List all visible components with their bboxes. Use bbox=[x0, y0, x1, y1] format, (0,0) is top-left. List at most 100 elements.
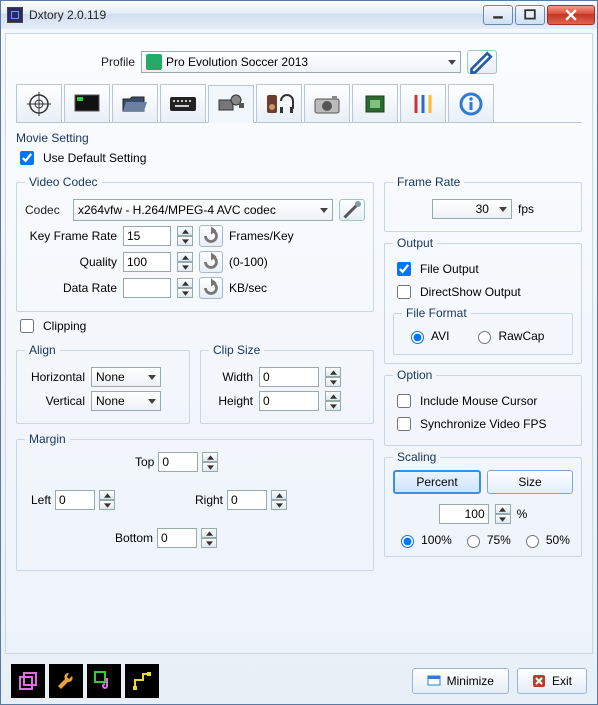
tab-target[interactable] bbox=[16, 84, 62, 122]
scale-75-radio[interactable]: 75% bbox=[462, 532, 511, 548]
data-rate-spinner[interactable] bbox=[177, 278, 193, 298]
margin-bottom-spinner[interactable] bbox=[201, 528, 217, 548]
tab-strip bbox=[16, 84, 582, 123]
data-rate-label: Data Rate bbox=[25, 281, 117, 295]
file-format-group: File Format AVI RawCap bbox=[393, 306, 573, 355]
margin-left-spinner[interactable] bbox=[99, 490, 115, 510]
app-window: Dxtory 2.0.119 Profile Pro Evolution Soc… bbox=[0, 0, 598, 705]
tab-info[interactable] bbox=[448, 84, 494, 122]
margin-top-input[interactable] bbox=[158, 452, 198, 472]
scaling-group: Scaling Percent Size % 100% 75% bbox=[384, 450, 582, 557]
chevron-down-icon bbox=[499, 207, 507, 212]
chevron-down-icon bbox=[148, 375, 156, 380]
quality-label: Quality bbox=[25, 255, 117, 269]
quality-input[interactable] bbox=[123, 252, 171, 272]
minimize-window-button[interactable] bbox=[483, 5, 513, 25]
include-mouse-checkbox[interactable]: Include Mouse Cursor bbox=[393, 391, 573, 411]
clip-width-spinner[interactable] bbox=[325, 367, 341, 387]
keyboard-icon bbox=[168, 91, 198, 117]
option-group: Option Include Mouse Cursor Synchronize … bbox=[384, 368, 582, 446]
codec-settings-button[interactable] bbox=[339, 199, 365, 221]
output-group: Output File Output DirectShow Output Fil… bbox=[384, 236, 582, 364]
scaling-value-input[interactable] bbox=[439, 504, 489, 524]
directshow-output-checkbox[interactable]: DirectShow Output bbox=[393, 282, 573, 302]
redo-icon bbox=[200, 225, 222, 247]
profile-combo[interactable]: Pro Evolution Soccer 2013 bbox=[141, 51, 461, 73]
tab-overlay[interactable] bbox=[64, 84, 110, 122]
info-icon bbox=[456, 91, 486, 117]
exit-button[interactable]: Exit bbox=[517, 668, 587, 694]
chevron-down-icon bbox=[148, 399, 156, 404]
data-rate-input[interactable] bbox=[123, 278, 171, 298]
clip-height-input[interactable] bbox=[259, 391, 319, 411]
profile-game-icon bbox=[146, 54, 162, 70]
file-output-checkbox[interactable]: File Output bbox=[393, 259, 573, 279]
margin-right-spinner[interactable] bbox=[271, 490, 287, 510]
sync-video-fps-checkbox[interactable]: Synchronize Video FPS bbox=[393, 414, 573, 434]
redo-icon bbox=[200, 251, 222, 273]
tools-icon bbox=[408, 91, 438, 117]
speaker-headphone-icon bbox=[264, 91, 294, 117]
margin-bottom-input[interactable] bbox=[157, 528, 197, 548]
scaling-percent-button[interactable]: Percent bbox=[393, 470, 481, 494]
bottom-btn-4[interactable] bbox=[125, 664, 159, 698]
key-frame-rate-input[interactable] bbox=[123, 226, 171, 246]
tab-video[interactable] bbox=[208, 85, 254, 123]
clipping-checkbox[interactable]: Clipping bbox=[16, 316, 374, 336]
close-icon bbox=[532, 674, 546, 688]
window-minimize-icon bbox=[427, 675, 441, 687]
key-frame-rate-reset-button[interactable] bbox=[199, 225, 223, 247]
clip-height-spinner[interactable] bbox=[325, 391, 341, 411]
tab-processor[interactable] bbox=[352, 84, 398, 122]
margin-group: Margin Top Left Right Bottom bbox=[16, 432, 374, 571]
horizontal-align-combo[interactable]: None bbox=[91, 367, 161, 387]
camcorder-icon bbox=[216, 91, 246, 117]
close-window-button[interactable] bbox=[547, 5, 595, 25]
chevron-down-icon bbox=[320, 208, 328, 213]
tab-advanced[interactable] bbox=[400, 84, 446, 122]
titlebar: Dxtory 2.0.119 bbox=[1, 1, 597, 29]
codec-combo[interactable]: x264vfw - H.264/MPEG-4 AVC codec bbox=[73, 199, 333, 221]
bottom-btn-1[interactable] bbox=[11, 664, 45, 698]
app-icon bbox=[7, 7, 23, 23]
clip-width-input[interactable] bbox=[259, 367, 319, 387]
align-group: Align Horizontal None Vertical None bbox=[16, 343, 190, 424]
key-frame-rate-spinner[interactable] bbox=[177, 226, 193, 246]
wand-icon bbox=[340, 198, 364, 222]
scale-100-radio[interactable]: 100% bbox=[396, 532, 452, 548]
media-note-icon bbox=[93, 670, 115, 692]
quality-spinner[interactable] bbox=[177, 252, 193, 272]
window-title: Dxtory 2.0.119 bbox=[29, 8, 483, 22]
tab-screenshot[interactable] bbox=[304, 84, 350, 122]
rawcap-radio[interactable]: RawCap bbox=[473, 328, 544, 344]
video-codec-legend: Video Codec bbox=[25, 175, 102, 189]
quality-reset-button[interactable] bbox=[199, 251, 223, 273]
avi-radio[interactable]: AVI bbox=[406, 328, 449, 344]
stack-icon bbox=[17, 670, 39, 692]
frame-rate-combo[interactable]: 30 bbox=[432, 199, 512, 219]
edit-profile-button[interactable] bbox=[467, 50, 497, 74]
scaling-spinner[interactable] bbox=[495, 504, 511, 524]
tab-folder[interactable] bbox=[112, 84, 158, 122]
video-codec-group: Video Codec Codec x264vfw - H.264/MPEG-4… bbox=[16, 175, 374, 312]
minimize-button[interactable]: Minimize bbox=[412, 668, 509, 694]
data-rate-reset-button[interactable] bbox=[199, 277, 223, 299]
profile-value: Pro Evolution Soccer 2013 bbox=[166, 55, 308, 69]
scaling-size-button[interactable]: Size bbox=[487, 470, 573, 494]
maximize-window-button[interactable] bbox=[515, 5, 545, 25]
chevron-down-icon bbox=[448, 60, 456, 65]
scale-50-radio[interactable]: 50% bbox=[521, 532, 570, 548]
margin-left-input[interactable] bbox=[55, 490, 95, 510]
monitor-icon bbox=[72, 91, 102, 117]
quality-unit: (0-100) bbox=[229, 255, 268, 269]
tab-audio[interactable] bbox=[256, 84, 302, 122]
tab-hotkey[interactable] bbox=[160, 84, 206, 122]
vertical-align-combo[interactable]: None bbox=[91, 391, 161, 411]
use-default-setting-checkbox[interactable]: Use Default Setting bbox=[16, 148, 582, 168]
redo-icon bbox=[200, 277, 222, 299]
bottom-btn-2[interactable] bbox=[49, 664, 83, 698]
data-rate-unit: KB/sec bbox=[229, 281, 267, 295]
bottom-btn-3[interactable] bbox=[87, 664, 121, 698]
margin-right-input[interactable] bbox=[227, 490, 267, 510]
margin-top-spinner[interactable] bbox=[202, 452, 218, 472]
